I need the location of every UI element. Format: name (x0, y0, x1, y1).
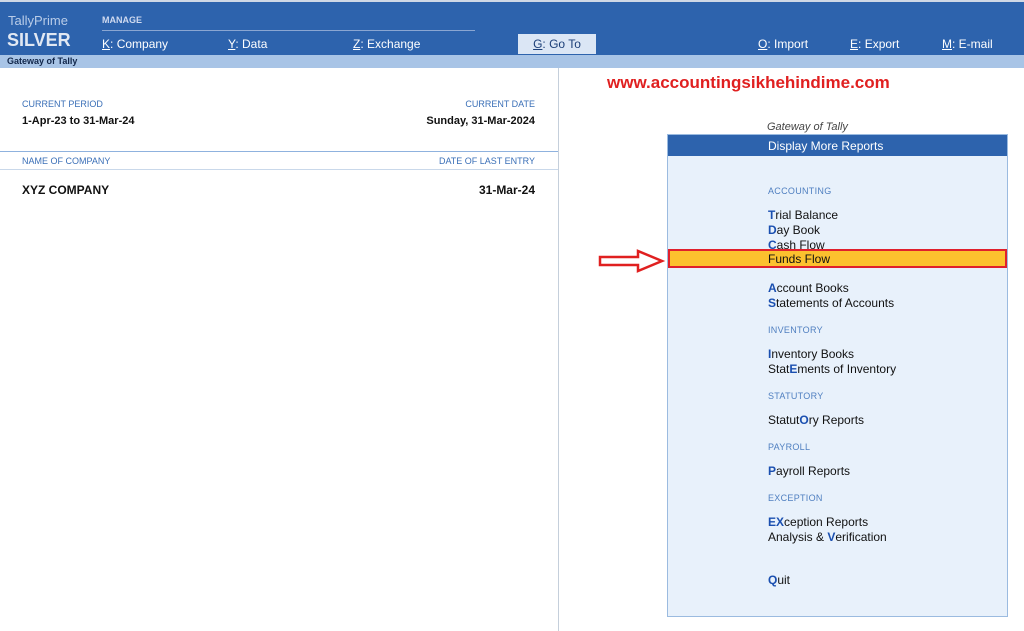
menu-goto[interactable]: G: Go To (518, 34, 596, 54)
product-name: TallyPrime (8, 13, 68, 28)
menu-item-account-books[interactable]: Account Books (768, 281, 849, 295)
menu-exchange[interactable]: Z: Exchange (353, 37, 420, 51)
menu-item-day-book[interactable]: Day Book (768, 223, 820, 237)
menu-item-statements-of-accounts[interactable]: Statements of Accounts (768, 296, 894, 310)
company-name[interactable]: XYZ COMPANY (22, 183, 109, 197)
menu-item-statutory-reports[interactable]: StatutOry Reports (768, 413, 864, 427)
menu-item-funds-flow[interactable]: Funds Flow (668, 249, 1007, 268)
menu-export[interactable]: E: Export (850, 37, 899, 51)
menu-item-trial-balance[interactable]: Trial Balance (768, 208, 838, 222)
divider-line (0, 151, 558, 152)
current-period-value[interactable]: 1-Apr-23 to 31-Mar-24 (22, 115, 134, 127)
manage-label: MANAGE (102, 15, 142, 25)
menu-data[interactable]: Y: Data (228, 37, 267, 51)
section-exception: EXCEPTION (768, 493, 823, 503)
top-menu-bar: TallyPrime SILVER MANAGE K: Company Y: D… (0, 0, 1024, 55)
last-entry-header: DATE OF LAST ENTRY (438, 156, 535, 166)
menu-item-quit[interactable]: Quit (768, 573, 790, 587)
menu-item-statements-of-inventory[interactable]: StatEments of Inventory (768, 362, 896, 376)
company-name-header: NAME OF COMPANY (22, 156, 111, 166)
edition-name: SILVER (7, 30, 71, 50)
pane-divider (558, 68, 559, 631)
section-inventory: INVENTORY (768, 325, 823, 335)
menu-item-payroll-reports[interactable]: Payroll Reports (768, 464, 850, 478)
gateway-menu-panel: Display More Reports ACCOUNTING Trial Ba… (667, 134, 1008, 617)
gateway-bar-title: Gateway of Tally (7, 56, 78, 66)
menu-item-analysis-verification[interactable]: Analysis & Verification (768, 530, 887, 544)
manage-divider (102, 30, 475, 31)
last-entry-date: 31-Mar-24 (478, 183, 535, 197)
menu-email[interactable]: M: E-mail (942, 37, 993, 51)
menu-item-exception-reports[interactable]: EXception Reports (768, 515, 868, 529)
current-period-label: CURRENT PERIOD (22, 99, 103, 109)
menu-import[interactable]: O: Import (758, 37, 808, 51)
menu-item-inventory-books[interactable]: Inventory Books (768, 347, 854, 361)
watermark-url: www.accountingsikhehindime.com (607, 73, 890, 92)
section-payroll: PAYROLL (768, 442, 811, 452)
current-date-value[interactable]: Sunday, 31-Mar-2024 (380, 115, 535, 127)
arrow-right-icon (598, 249, 666, 273)
divider-line (0, 169, 558, 170)
display-more-reports-header: Display More Reports (668, 135, 1007, 156)
section-statutory: STATUTORY (768, 391, 824, 401)
gateway-title-bar: Gateway of Tally (0, 55, 1024, 68)
gateway-title: Gateway of Tally (767, 121, 848, 133)
section-accounting: ACCOUNTING (768, 186, 832, 196)
current-date-label: CURRENT DATE (465, 99, 535, 109)
menu-company[interactable]: K: Company (102, 37, 168, 51)
